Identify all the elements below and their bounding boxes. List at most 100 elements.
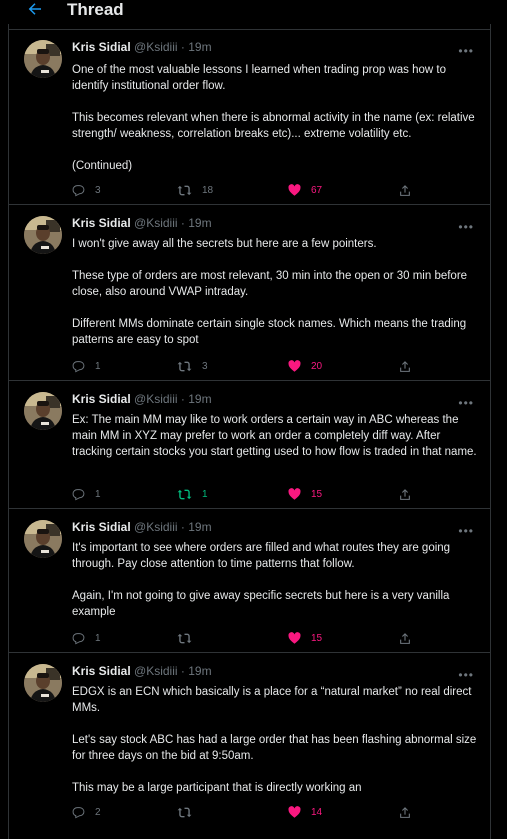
share-icon [399,632,411,645]
reply-count: 1 [95,632,101,644]
tweet-paragraph: Let's say stock ABC has had a large orde… [72,734,477,762]
more-options-icon[interactable]: ••• [458,668,474,682]
share-icon [399,184,411,197]
more-options-icon[interactable]: ••• [458,44,474,58]
reply-button[interactable]: 3 [72,182,101,198]
reply-count: 2 [95,806,101,818]
tweet-divider [9,204,490,205]
avatar[interactable] [24,392,62,430]
tweet-header: Kris Sidial @Ksidiii · 19m [72,520,212,535]
tweet-paragraph: Different MMs dominate certain single st… [72,318,467,346]
tweet-text: I won't give away all the secrets but he… [72,236,477,348]
tweet-paragraph: I won't give away all the secrets but he… [72,238,377,250]
avatar[interactable] [24,40,62,78]
reply-icon [72,360,85,373]
author-handle-time: @Ksidiii · 19m [134,216,212,230]
app-frame: Thread Kris Sidial @Ksidiii · 19m ••• One … [0,0,507,839]
reply-button[interactable]: 1 [72,630,101,646]
tweet-paragraph: (Continued) [72,160,133,172]
share-icon [399,806,411,819]
tweet-actions: 2 14 [72,804,472,820]
avatar[interactable] [24,216,62,254]
author-handle-time: @Ksidiii · 19m [134,664,212,678]
more-options-icon[interactable]: ••• [458,396,474,410]
share-button[interactable] [399,358,411,374]
heart-icon [288,806,301,818]
share-icon [399,488,411,501]
retweet-button[interactable]: 1 [177,486,208,502]
share-button[interactable] [399,630,411,646]
reply-count: 3 [95,184,101,196]
heart-icon [288,184,301,196]
share-button[interactable] [399,182,411,198]
author-name[interactable]: Kris Sidial [72,520,131,534]
more-options-icon[interactable]: ••• [458,220,474,234]
tweet-actions: 1 3 20 [72,358,472,374]
reply-button[interactable]: 1 [72,358,101,374]
like-button[interactable]: 14 [288,804,322,820]
author-handle-time: @Ksidiii · 19m [134,392,212,406]
like-button[interactable]: 67 [288,182,322,198]
like-button[interactable]: 20 [288,358,322,374]
share-button[interactable] [399,804,411,820]
tweet-actions: 1 15 [72,630,472,646]
reply-button[interactable]: 2 [72,804,101,820]
reply-icon [72,632,85,645]
reply-button[interactable]: 1 [72,486,101,502]
author-handle-time: @Ksidiii · 19m [134,520,212,534]
back-arrow-icon[interactable] [26,0,44,18]
retweet-count: 18 [202,184,214,196]
author-name[interactable]: Kris Sidial [72,216,131,230]
thread-header: Thread [0,0,507,24]
heart-icon [288,360,301,372]
tweet-paragraph: Again, I'm not going to give away specif… [72,590,450,618]
tweet-text: Ex: The main MM may like to work orders … [72,412,477,460]
author-name[interactable]: Kris Sidial [72,392,131,406]
page-title: Thread [67,0,124,19]
retweet-icon [177,488,192,501]
retweet-count: 3 [202,360,208,372]
author-name[interactable]: Kris Sidial [72,40,131,54]
tweet-paragraph: These type of orders are most relevant, … [72,270,468,298]
avatar[interactable] [24,520,62,558]
tweet-divider [9,508,490,509]
header-divider [9,29,490,30]
tweet-actions: 3 18 67 [72,182,472,198]
avatar[interactable] [24,664,62,702]
retweet-button[interactable] [177,804,202,820]
like-count: 20 [311,360,323,372]
retweet-button[interactable] [177,630,202,646]
like-count: 14 [311,806,323,818]
like-button[interactable]: 15 [288,486,322,502]
more-options-icon[interactable]: ••• [458,524,474,538]
tweet-text: One of the most valuable lessons I learn… [72,62,477,174]
heart-icon [288,632,301,644]
like-button[interactable]: 15 [288,630,322,646]
reply-icon [72,488,85,501]
reply-icon [72,806,85,819]
retweet-button[interactable]: 18 [177,182,213,198]
share-icon [399,360,411,373]
heart-icon [288,488,301,500]
author-name[interactable]: Kris Sidial [72,664,131,678]
retweet-count: 1 [202,488,208,500]
reply-count: 1 [95,360,101,372]
retweet-icon [177,360,192,373]
retweet-icon [177,184,192,197]
share-button[interactable] [399,486,411,502]
tweet-header: Kris Sidial @Ksidiii · 19m [72,392,212,407]
retweet-icon [177,632,192,645]
tweet-paragraph: This becomes relevant when there is abno… [72,112,475,140]
retweet-button[interactable]: 3 [177,358,208,374]
tweet-paragraph: It's important to see where orders are f… [72,542,451,570]
tweet-divider [9,380,490,381]
tweet-header: Kris Sidial @Ksidiii · 19m [72,664,212,679]
tweet-paragraph: This may be a large participant that is … [72,782,362,794]
tweet-text: EDGX is an ECN which basically is a plac… [72,684,477,796]
tweet-actions: 1 1 15 [72,486,472,502]
tweet-header: Kris Sidial @Ksidiii · 19m [72,216,212,231]
retweet-icon [177,806,192,819]
like-count: 15 [311,488,323,500]
reply-count: 1 [95,488,101,500]
like-count: 15 [311,632,323,644]
